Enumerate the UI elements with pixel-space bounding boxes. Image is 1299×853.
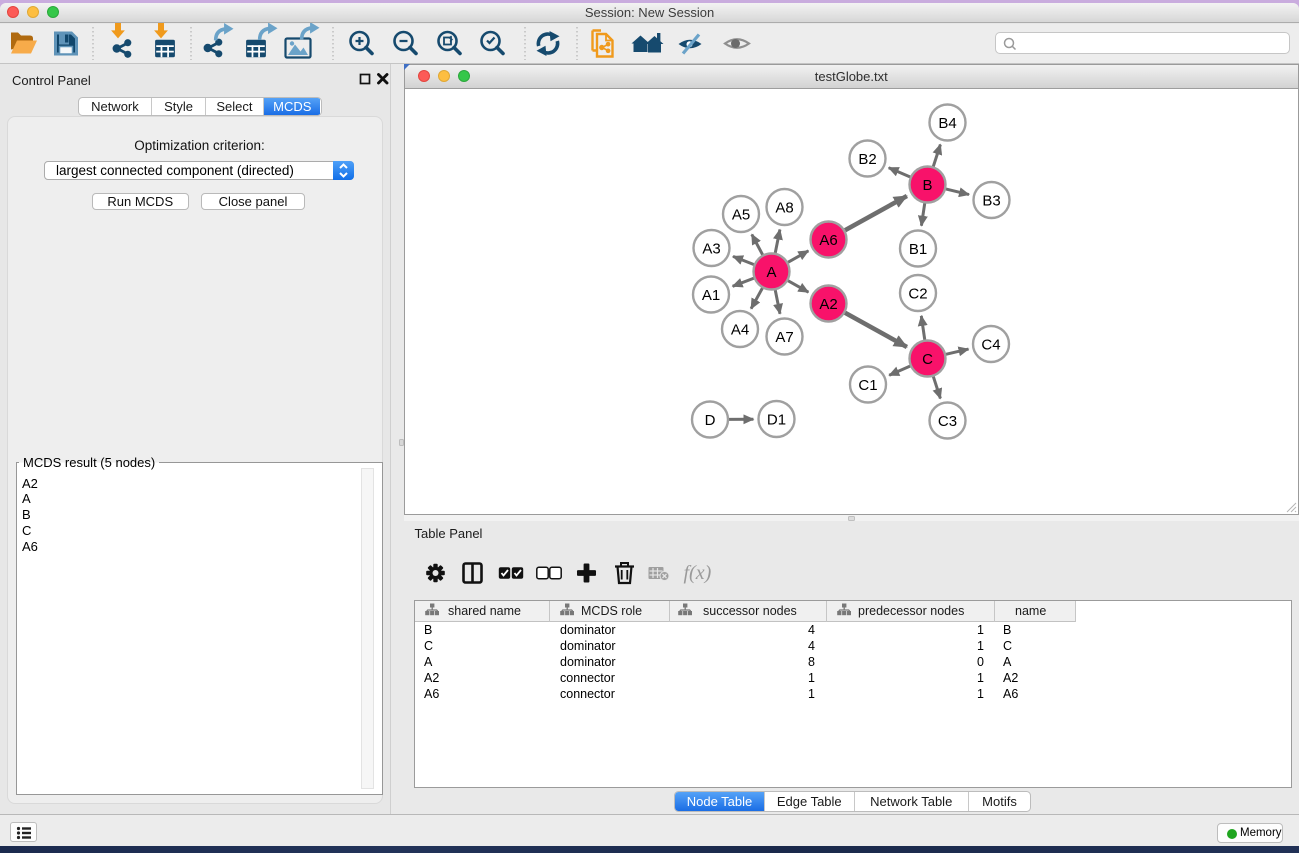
svg-text:A4: A4 — [731, 321, 749, 338]
svg-text:A3: A3 — [702, 240, 720, 257]
svg-text:D: D — [705, 412, 716, 429]
svg-text:A5: A5 — [732, 206, 750, 223]
svg-text:A7: A7 — [775, 329, 793, 346]
svg-text:C: C — [922, 351, 933, 368]
svg-text:A1: A1 — [702, 287, 720, 304]
svg-text:D1: D1 — [767, 411, 786, 428]
svg-text:B1: B1 — [909, 241, 927, 258]
svg-text:B3: B3 — [982, 192, 1000, 209]
svg-text:C2: C2 — [908, 285, 927, 302]
svg-text:A: A — [766, 264, 776, 281]
svg-text:f(x): f(x) — [683, 562, 711, 584]
svg-text:A6: A6 — [819, 232, 837, 249]
svg-text:C3: C3 — [938, 413, 957, 430]
svg-text:B4: B4 — [938, 115, 956, 132]
svg-text:B2: B2 — [858, 151, 876, 168]
svg-text:A8: A8 — [775, 199, 793, 216]
svg-text:C4: C4 — [981, 336, 1000, 353]
svg-text:B: B — [922, 177, 932, 194]
svg-text:A2: A2 — [819, 296, 837, 313]
svg-text:C1: C1 — [858, 377, 877, 394]
